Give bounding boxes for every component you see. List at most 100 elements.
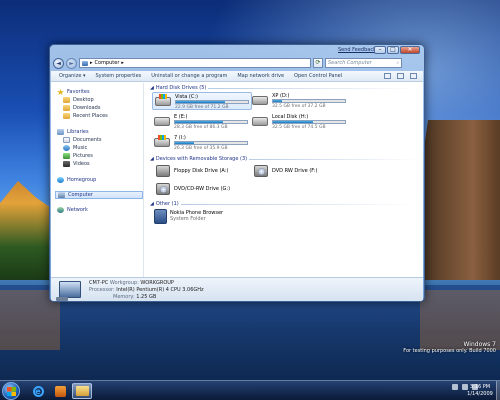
drive-free-space: 32.5 GB free of 74.5 GB	[272, 125, 326, 130]
nav-recent-places[interactable]: Recent Places	[63, 113, 108, 119]
computer-nav-icon	[58, 192, 65, 198]
drive-usage-bar	[174, 120, 248, 124]
change-view-icon[interactable]	[384, 73, 391, 79]
nav-network[interactable]: Network	[57, 207, 88, 213]
title-bar[interactable]: Send Feedback – □ ✕	[50, 45, 424, 56]
group-header-hdd[interactable]: ◢ Hard Disk Drives (5)	[150, 85, 418, 91]
address-path[interactable]: Computer	[95, 60, 120, 66]
details-row-name: CM7-PC Workgroup: WORKGROUP	[89, 280, 174, 286]
taskbar-windows-explorer[interactable]	[72, 383, 92, 399]
command-bar: Organize ▾ System properties Uninstall o…	[51, 71, 423, 82]
explorer-folder-icon	[75, 386, 89, 396]
windows-drive-icon	[155, 94, 171, 106]
removable-item[interactable]: Floppy Disk Drive (A:)	[154, 164, 264, 178]
taskbar: e 3:16 PM 1/14/2009	[0, 380, 500, 400]
homegroup-icon	[57, 177, 64, 183]
forward-button[interactable]: ►	[66, 57, 77, 69]
watermark-build: For testing purposes only. Build 7000	[403, 348, 496, 354]
nav-downloads[interactable]: Downloads	[63, 105, 100, 111]
removable-item[interactable]: DVD RW Drive (F:)	[252, 164, 362, 178]
group-header-other[interactable]: ◢ Other (1)	[150, 201, 418, 207]
libraries-icon	[57, 129, 64, 135]
computer-icon	[82, 60, 88, 66]
map-network-drive-button[interactable]: Map network drive	[237, 73, 284, 79]
close-button[interactable]: ✕	[400, 46, 420, 54]
other-type: System Folder	[170, 216, 206, 222]
drive-free-space: 22.9 GB free of 71.2 GB	[175, 105, 229, 110]
show-desktop-button[interactable]	[496, 381, 500, 400]
action-center-icon[interactable]	[452, 384, 458, 390]
watermark-os: Windows 7	[463, 341, 496, 348]
collapse-icon: ◢	[150, 156, 154, 162]
address-field[interactable]: ▸ Computer ▸	[79, 58, 311, 68]
taskbar-internet-explorer[interactable]: e	[28, 383, 48, 399]
address-separator: ▸	[90, 60, 93, 66]
search-placeholder: Search Computer	[328, 60, 372, 66]
other-item[interactable]: Nokia Phone Browser System Folder	[150, 209, 280, 227]
group-divider	[180, 203, 418, 205]
nav-computer-label: Computer	[68, 192, 93, 198]
preview-pane-icon[interactable]	[397, 73, 404, 79]
usage-fill	[175, 142, 195, 144]
drive-usage-bar	[175, 100, 249, 104]
help-icon[interactable]	[410, 73, 417, 79]
usage-fill	[176, 101, 225, 103]
drive-usage-bar	[272, 99, 346, 103]
send-feedback-link[interactable]: Send Feedback	[338, 47, 376, 53]
videos-icon	[63, 161, 70, 167]
recent-places-icon	[63, 113, 70, 119]
search-input[interactable]: Search Computer ⌕	[325, 58, 402, 68]
nav-libraries[interactable]: Libraries	[57, 129, 89, 135]
group-divider	[208, 87, 418, 89]
clock[interactable]: 3:16 PM 1/14/2009	[465, 384, 495, 398]
workgroup-key: Workgroup:	[109, 280, 139, 286]
build-watermark: Windows 7 For testing purposes only. Bui…	[403, 341, 496, 355]
nav-favorites-label: Favorites	[67, 89, 90, 95]
refresh-button[interactable]: ⟳	[313, 58, 323, 68]
nav-homegroup[interactable]: Homegroup	[57, 177, 96, 183]
address-separator-2[interactable]: ▸	[121, 60, 124, 66]
view-controls	[384, 73, 423, 79]
dvd-drive-icon	[254, 165, 268, 177]
search-icon[interactable]: ⌕	[396, 60, 399, 66]
removable-name: DVD RW Drive (F:)	[272, 168, 318, 174]
phone-browser-icon	[154, 209, 167, 224]
drive-item[interactable]: Local Disk (H:) 32.5 GB free of 74.5 GB	[250, 113, 350, 131]
group-header-removable[interactable]: ◢ Devices with Removable Storage (3)	[150, 156, 418, 162]
drive-item[interactable]: E (E:) 28.3 GB free of 86.3 GB	[152, 113, 252, 131]
system-properties-button[interactable]: System properties	[96, 73, 142, 79]
processor-key: Processor:	[89, 287, 115, 293]
details-row-processor: Processor: Intel(R) Pentium(R) 4 CPU 3.0…	[89, 287, 204, 293]
nav-videos-label: Videos	[73, 161, 90, 167]
nav-music[interactable]: Music	[63, 145, 87, 151]
group-hdd-label: Hard Disk Drives (5)	[155, 85, 207, 91]
clock-time: 3:16 PM	[469, 384, 491, 390]
taskbar-media-player[interactable]	[50, 383, 70, 399]
organize-button[interactable]: Organize ▾	[59, 73, 86, 79]
nav-downloads-label: Downloads	[73, 105, 101, 111]
nav-pictures[interactable]: Pictures	[63, 153, 93, 159]
downloads-folder-icon	[63, 105, 70, 111]
nav-desktop[interactable]: Desktop	[63, 97, 94, 103]
nav-computer[interactable]: Computer	[55, 191, 143, 199]
group-divider	[249, 158, 418, 160]
navigation-pane: Favorites Desktop Downloads Recent Place…	[51, 83, 144, 277]
uninstall-program-button[interactable]: Uninstall or change a program	[151, 73, 227, 79]
workgroup-value: WORKGROUP	[140, 280, 174, 286]
start-button[interactable]	[2, 382, 20, 400]
nav-videos[interactable]: Videos	[63, 161, 90, 167]
drive-item[interactable]: XP (D:) 32.5 GB free of 37.2 GB	[250, 92, 350, 110]
nav-favorites[interactable]: Favorites	[57, 89, 90, 95]
open-control-panel-button[interactable]: Open Control Panel	[294, 73, 342, 79]
minimize-button[interactable]: –	[374, 46, 386, 54]
nav-desktop-label: Desktop	[73, 97, 94, 103]
removable-item[interactable]: DVD/CD-RW Drive (G:)	[154, 182, 264, 196]
drive-item[interactable]: Vista (C:) 22.9 GB free of 71.2 GB	[152, 92, 252, 110]
usage-fill	[273, 100, 283, 102]
nav-documents[interactable]: Documents	[63, 137, 102, 143]
music-icon	[63, 145, 70, 151]
drive-item[interactable]: 7 (I:) 26.3 GB free of 35.9 GB	[152, 134, 252, 152]
maximize-button[interactable]: □	[387, 46, 399, 54]
desktop-folder-icon	[63, 97, 70, 103]
back-button[interactable]: ◄	[53, 57, 64, 69]
